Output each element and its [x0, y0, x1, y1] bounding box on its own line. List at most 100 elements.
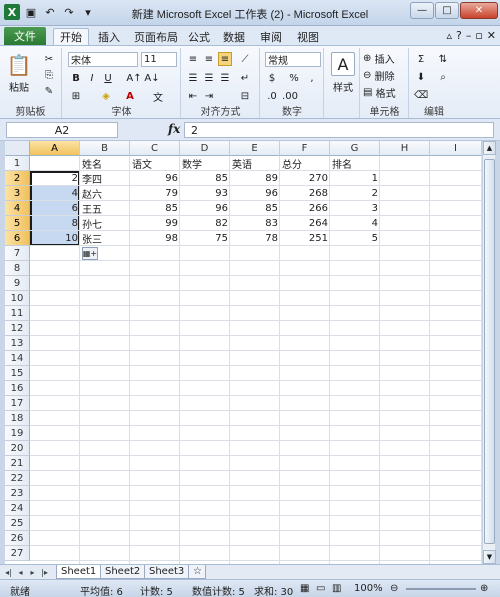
align-right-icon[interactable]: ☰ [218, 71, 232, 85]
grow-font-icon[interactable]: A↑ [126, 71, 141, 85]
vertical-scrollbar[interactable]: ▲ ▼ [482, 141, 496, 564]
data-cell[interactable]: 10 [30, 231, 80, 246]
bold-icon[interactable]: B [69, 71, 83, 85]
data-cell[interactable]: 赵六 [80, 186, 130, 201]
first-sheet-icon[interactable]: ◂| [3, 566, 14, 578]
data-cell[interactable]: 2 [30, 171, 80, 186]
data-cell[interactable]: 78 [230, 231, 280, 246]
data-cell[interactable]: 85 [230, 201, 280, 216]
header-cell[interactable]: 总分 [280, 156, 330, 171]
paste-button[interactable]: 粘贴 [6, 80, 32, 94]
comma-style-icon[interactable]: , [305, 71, 319, 85]
increase-decimal-icon[interactable]: .0 [265, 89, 279, 103]
row-header[interactable]: 8 [5, 261, 30, 276]
data-cell[interactable]: 6 [30, 201, 80, 216]
close-button[interactable]: ✕ [460, 2, 498, 19]
row-header[interactable]: 7 [5, 246, 30, 261]
data-cell[interactable]: 5 [330, 231, 380, 246]
clear-icon[interactable]: ⌫ [414, 88, 428, 102]
row-header[interactable]: 20 [5, 441, 30, 456]
select-all-corner[interactable] [5, 141, 30, 156]
row-header[interactable]: 9 [5, 276, 30, 291]
align-left-icon[interactable]: ☰ [186, 71, 200, 85]
name-box[interactable]: A2 [6, 122, 118, 138]
paste-icon[interactable]: 📋 [6, 52, 32, 78]
data-cell[interactable]: 李四 [80, 171, 130, 186]
zoom-level[interactable]: 100% [354, 583, 383, 594]
data-cell[interactable]: 251 [280, 231, 330, 246]
align-bottom-icon[interactable]: ≡ [218, 52, 232, 66]
italic-icon[interactable]: I [85, 71, 99, 85]
next-sheet-icon[interactable]: ▸ [27, 566, 38, 578]
font-size-select[interactable]: 11 [141, 52, 177, 67]
row-header[interactable]: 22 [5, 471, 30, 486]
sheet-tab-1[interactable]: Sheet1 [56, 565, 102, 579]
scroll-up-icon[interactable]: ▲ [483, 141, 496, 155]
data-cell[interactable]: 75 [180, 231, 230, 246]
row-header[interactable]: 13 [5, 336, 30, 351]
format-cells-button[interactable]: ▤ 格式 [363, 85, 407, 100]
row-header[interactable]: 5 [5, 216, 30, 231]
data-cell[interactable]: 96 [180, 201, 230, 216]
zoom-slider[interactable] [406, 588, 476, 590]
zoom-in-icon[interactable]: ⊕ [480, 583, 488, 594]
find-select-icon[interactable]: ⌕ [436, 70, 450, 84]
styles-button[interactable]: 样式 [327, 80, 359, 94]
sheet-tab-2[interactable]: Sheet2 [100, 565, 146, 579]
data-cell[interactable]: 99 [130, 216, 180, 231]
data-cell[interactable]: 4 [330, 216, 380, 231]
data-cell[interactable]: 4 [30, 186, 80, 201]
merge-center-icon[interactable]: ⊟ [238, 89, 252, 103]
align-center-icon[interactable]: ☰ [202, 71, 216, 85]
align-middle-icon[interactable]: ≡ [202, 52, 216, 66]
page-layout-view-icon[interactable]: ▭ [316, 583, 325, 594]
sheet-tab-3[interactable]: Sheet3 [144, 565, 190, 579]
row-header[interactable]: 14 [5, 351, 30, 366]
data-cell[interactable]: 82 [180, 216, 230, 231]
data-cell[interactable]: 266 [280, 201, 330, 216]
header-cell[interactable]: 数学 [180, 156, 230, 171]
row-header[interactable]: 15 [5, 366, 30, 381]
row-header[interactable]: 17 [5, 396, 30, 411]
styles-icon[interactable]: A [331, 52, 355, 76]
data-cell[interactable]: 96 [230, 186, 280, 201]
header-cell[interactable]: 排名 [330, 156, 380, 171]
data-cell[interactable]: 85 [180, 171, 230, 186]
row-header[interactable]: 19 [5, 426, 30, 441]
row-header[interactable]: 16 [5, 381, 30, 396]
column-header[interactable]: B [80, 141, 130, 156]
fill-icon[interactable]: ⬇ [414, 70, 428, 84]
column-header[interactable]: E [230, 141, 280, 156]
font-name-select[interactable]: 宋体 [68, 52, 138, 67]
insert-cells-button[interactable]: ⊕ 插入 [363, 51, 407, 66]
tab-home[interactable]: 开始 [53, 28, 89, 45]
row-header[interactable]: 4 [5, 201, 30, 216]
align-top-icon[interactable]: ≡ [186, 52, 200, 66]
row-header[interactable]: 24 [5, 501, 30, 516]
data-cell[interactable]: 268 [280, 186, 330, 201]
data-cell[interactable]: 79 [130, 186, 180, 201]
data-cell[interactable]: 89 [230, 171, 280, 186]
orientation-icon[interactable]: ⟋ [238, 52, 252, 66]
autosum-icon[interactable]: Σ [414, 52, 428, 66]
underline-icon[interactable]: U [101, 71, 115, 85]
row-header[interactable]: 25 [5, 516, 30, 531]
row-header[interactable]: 2 [5, 171, 30, 186]
format-painter-icon[interactable]: ✎ [42, 84, 56, 98]
insert-function-icon[interactable]: fx [168, 122, 180, 136]
tab-file[interactable]: 文件 [4, 27, 46, 45]
currency-icon[interactable]: $ [265, 71, 279, 85]
data-cell[interactable]: 85 [130, 201, 180, 216]
data-cell[interactable]: 3 [330, 201, 380, 216]
increase-indent-icon[interactable]: ⇥ [202, 89, 216, 103]
doc-minimize-icon[interactable]: – [466, 29, 472, 42]
row-header[interactable]: 1 [5, 156, 30, 171]
scroll-thumb[interactable] [484, 159, 495, 544]
fill-color-icon[interactable]: ◈ [99, 89, 113, 103]
tab-insert[interactable]: 插入 [92, 28, 126, 45]
formula-input[interactable]: 2 [184, 122, 494, 138]
prev-sheet-icon[interactable]: ◂ [15, 566, 26, 578]
data-cell[interactable]: 王五 [80, 201, 130, 216]
auto-fill-options-icon[interactable]: ▦+ [82, 247, 98, 260]
data-cell[interactable]: 8 [30, 216, 80, 231]
